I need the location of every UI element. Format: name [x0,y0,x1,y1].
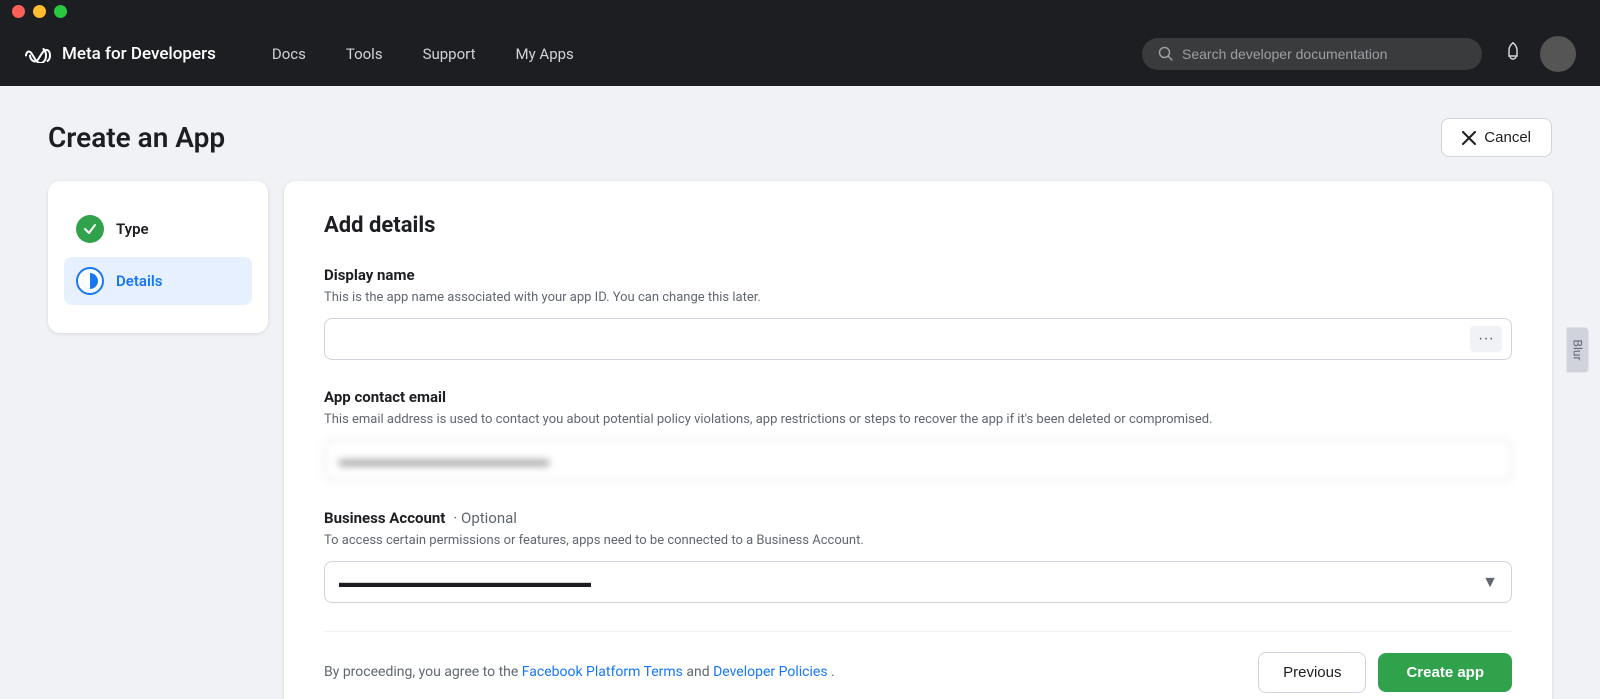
step-type-icon [76,215,104,243]
x-icon [1462,131,1476,145]
wizard-layout: Type Details Add details Display name Th… [48,181,1552,699]
search-input[interactable] [1182,46,1466,62]
display-name-field: Display name This is the app name associ… [324,266,1512,360]
business-account-field: Business Account · Optional To access ce… [324,509,1512,603]
facebook-platform-terms-link[interactable]: Facebook Platform Terms [522,664,683,680]
footer-middle: and [686,664,713,680]
window-controls [0,0,1600,22]
business-account-select[interactable]: ▬▬▬▬▬▬▬▬▬▬▬▬▬▬▬▬▬▬ [324,561,1512,603]
half-circle-icon [81,272,99,290]
app-contact-email-label: App contact email [324,388,1512,406]
business-account-label: Business Account · Optional [324,509,1512,527]
checkmark-icon [82,221,98,237]
form-footer: By proceeding, you agree to the Facebook… [324,631,1512,693]
step-type-label: Type [116,220,149,238]
nav-myapps[interactable]: My Apps [500,37,590,71]
step-details[interactable]: Details [64,257,252,305]
form-title: Add details [324,213,1512,238]
business-account-select-wrapper: ▬▬▬▬▬▬▬▬▬▬▬▬▬▬▬▬▬▬ ▼ [324,561,1512,603]
display-name-input-wrapper: ··· [324,318,1512,360]
business-account-optional-label: · Optional [453,509,517,527]
step-details-label: Details [116,272,162,290]
display-name-dots-button[interactable]: ··· [1470,326,1502,352]
notifications-bell-icon[interactable] [1498,37,1528,72]
nav-docs[interactable]: Docs [256,37,322,71]
step-details-icon [76,267,104,295]
business-account-desc: To access certain permissions or feature… [324,531,1512,551]
page-title: Create an App [48,121,225,154]
app-contact-email-field: App contact email This email address is … [324,388,1512,482]
step-type[interactable]: Type [64,205,252,253]
navbar: Meta for Developers Docs Tools Support M… [0,22,1600,86]
close-button[interactable] [12,5,25,18]
developer-policies-link[interactable]: Developer Policies [713,664,827,680]
footer-suffix: . [831,664,835,680]
display-name-label: Display name [324,266,1512,284]
brand-logo: Meta for Developers [24,44,216,64]
page-header: Create an App Cancel [48,118,1552,157]
steps-sidebar: Type Details [48,181,268,333]
create-app-button[interactable]: Create app [1378,653,1512,692]
display-name-desc: This is the app name associated with you… [324,288,1512,308]
app-contact-email-input-wrapper [324,439,1512,481]
business-account-label-text: Business Account [324,509,445,527]
app-contact-email-input[interactable] [324,439,1512,481]
brand-text: Meta for Developers [62,44,216,64]
footer-terms-text: By proceeding, you agree to the Facebook… [324,664,835,680]
form-panel: Add details Display name This is the app… [284,181,1552,699]
search-bar [1142,38,1482,70]
maximize-button[interactable] [54,5,67,18]
blur-side-label: Blur [1566,327,1588,372]
search-icon [1158,46,1174,62]
navbar-actions [1498,36,1576,72]
main-content: Create an App Cancel Type [0,86,1600,699]
navbar-links: Docs Tools Support My Apps [256,37,1142,71]
footer-prefix: By proceeding, you agree to the [324,664,522,680]
cancel-button[interactable]: Cancel [1441,118,1552,157]
minimize-button[interactable] [33,5,46,18]
nav-support[interactable]: Support [407,37,492,71]
nav-tools[interactable]: Tools [330,37,399,71]
user-avatar[interactable] [1540,36,1576,72]
footer-actions: Previous Create app [1258,652,1512,693]
display-name-input[interactable] [324,318,1512,360]
previous-button[interactable]: Previous [1258,652,1366,693]
meta-logo-icon [24,45,52,63]
cancel-label: Cancel [1484,129,1531,146]
app-contact-email-desc: This email address is used to contact yo… [324,410,1512,430]
